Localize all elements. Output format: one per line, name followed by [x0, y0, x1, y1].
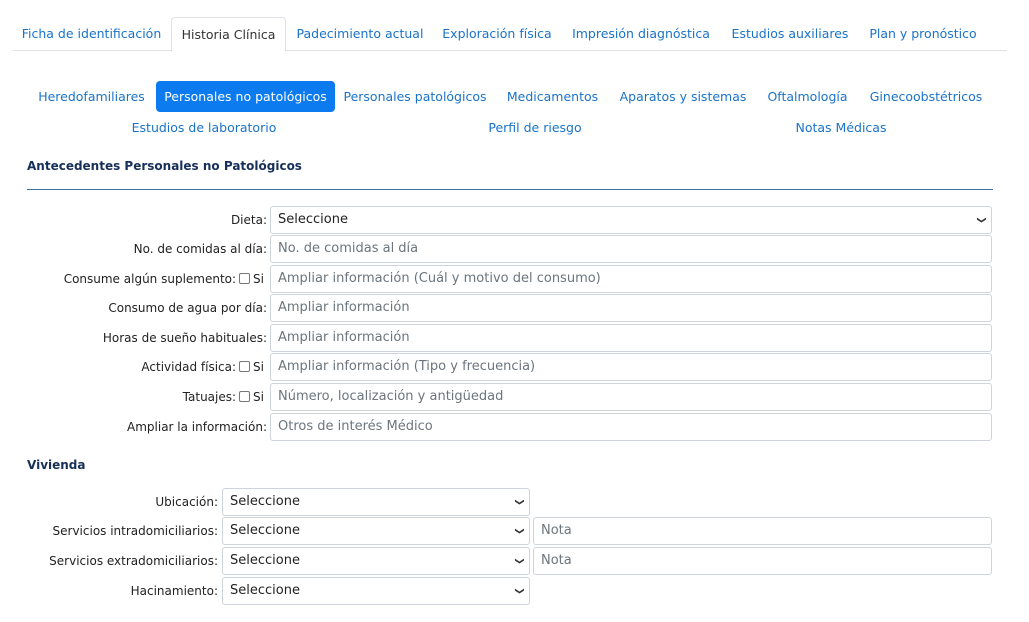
tatuajes-label-text: Tatuajes: [182, 390, 237, 404]
tab-historia-clinica[interactable]: Historia Clínica [171, 17, 286, 52]
extra-select-value: Seleccione [230, 553, 300, 568]
intra-note-input[interactable]: Nota [533, 517, 992, 545]
tab-estudios-auxiliares[interactable]: Estudios auxiliares [726, 17, 854, 51]
tab-ficha-identificacion[interactable]: Ficha de identificación [13, 17, 170, 51]
ubicacion-select-value: Seleccione [230, 494, 300, 509]
subtab-personales-no-patologicos[interactable]: Personales no patológicos [156, 81, 335, 112]
tatuajes-input[interactable]: Número, localización y antigüedad [270, 383, 992, 411]
comidas-label: No. de comidas al día: [133, 242, 267, 256]
dieta-label: Dieta: [230, 213, 267, 227]
subtab-medicamentos[interactable]: Medicamentos [500, 81, 605, 112]
subtab-perfil-riesgo[interactable]: Perfil de riesgo [480, 112, 590, 143]
tatuajes-checkbox[interactable] [239, 391, 251, 402]
tatuajes-label: Tatuajes: Si [183, 390, 264, 404]
suplemento-input[interactable]: Ampliar información (Cuál y motivo del c… [270, 265, 992, 293]
tab-plan-pronostico[interactable]: Plan y pronóstico [865, 17, 981, 51]
tab-padecimiento-actual[interactable]: Padecimiento actual [291, 17, 429, 51]
dieta-select[interactable]: Seleccione ❯ [270, 206, 992, 234]
ubicacion-select[interactable]: Seleccione ❯ [222, 488, 530, 516]
sueno-label: Horas de sueño habituales: [102, 331, 267, 345]
extra-select[interactable]: Seleccione ❯ [222, 547, 530, 575]
subtab-oftalmologia[interactable]: Oftalmología [760, 81, 855, 112]
section-title-antecedentes: Antecedentes Personales no Patológicos [27, 159, 302, 173]
agua-input[interactable]: Ampliar información [270, 294, 992, 322]
chevron-down-icon: ❯ [514, 527, 525, 535]
tab-impresion-diagnostica[interactable]: Impresión diagnóstica [567, 17, 715, 51]
chevron-down-icon: ❯ [976, 216, 987, 224]
subtab-aparatos-sistemas[interactable]: Aparatos y sistemas [615, 81, 751, 112]
extra-note-input[interactable]: Nota [533, 547, 992, 575]
section-title-vivienda: Vivienda [27, 458, 86, 472]
suplemento-label-text: Consume algún suplemento: [63, 272, 237, 286]
section-divider [27, 189, 993, 190]
hacinamiento-select[interactable]: Seleccione ❯ [222, 577, 530, 605]
dieta-select-value: Seleccione [278, 212, 348, 227]
actividad-input[interactable]: Ampliar información (Tipo y frecuencia) [270, 353, 992, 381]
actividad-label-text: Actividad física: [141, 360, 237, 374]
actividad-checkbox[interactable] [239, 361, 251, 372]
subtab-personales-patologicos[interactable]: Personales patológicos [340, 81, 490, 112]
chevron-down-icon: ❯ [514, 587, 525, 595]
subtab-ginecoobstetricos[interactable]: Ginecoobstétricos [866, 81, 986, 112]
tatuajes-check-label: Si [253, 390, 264, 404]
suplemento-label: Consume algún suplemento: Si [64, 272, 264, 286]
hacinamiento-select-value: Seleccione [230, 583, 300, 598]
ubicacion-label: Ubicación: [155, 495, 218, 509]
ampliar-label: Ampliar la información: [127, 420, 267, 434]
intra-select[interactable]: Seleccione ❯ [222, 517, 530, 545]
tab-exploracion-fisica[interactable]: Exploración física [437, 17, 557, 51]
extra-label: Servicios extradomiciliarios: [49, 554, 218, 568]
hacinamiento-label: Hacinamiento: [130, 584, 218, 598]
sueno-input[interactable]: Ampliar información [270, 324, 992, 352]
comidas-input[interactable]: No. de comidas al día [270, 235, 992, 263]
suplemento-checkbox[interactable] [239, 273, 251, 284]
subtab-heredofamiliares[interactable]: Heredofamiliares [30, 81, 153, 112]
top-tab-bar: Ficha de identificación Historia Clínica… [13, 17, 1007, 52]
intra-select-value: Seleccione [230, 523, 300, 538]
chevron-down-icon: ❯ [514, 557, 525, 565]
actividad-label: Actividad física: Si [141, 360, 264, 374]
chevron-down-icon: ❯ [514, 498, 525, 506]
subtab-notas-medicas[interactable]: Notas Médicas [788, 112, 894, 143]
subtab-estudios-laboratorio[interactable]: Estudios de laboratorio [126, 112, 282, 143]
actividad-check-label: Si [253, 360, 264, 374]
ampliar-input[interactable]: Otros de interés Médico [270, 413, 992, 441]
suplemento-check-label: Si [253, 272, 264, 286]
agua-label: Consumo de agua por día: [108, 301, 267, 315]
intra-label: Servicios intradomiciliarios: [52, 524, 218, 538]
